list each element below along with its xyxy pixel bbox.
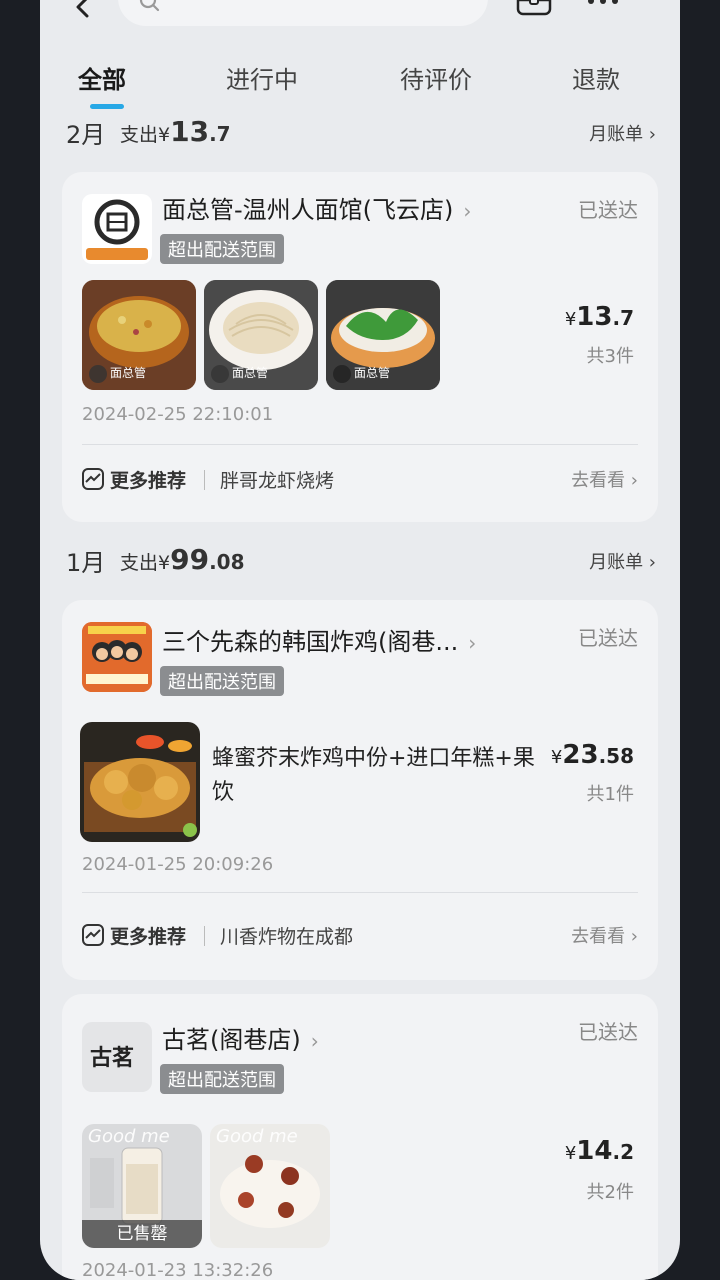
item-thumbnail[interactable]: 面总管 bbox=[326, 280, 440, 390]
order-price: ¥14.2 bbox=[565, 1136, 634, 1166]
top-bar bbox=[40, 0, 680, 40]
order-price: ¥23.58 bbox=[551, 740, 634, 770]
monthly-bill-link[interactable]: 月账单 › bbox=[589, 120, 656, 146]
search-icon bbox=[139, 0, 160, 12]
chevron-right-icon: › bbox=[468, 631, 477, 655]
spend-dec: .08 bbox=[209, 550, 245, 574]
item-thumbnail[interactable]: Good me bbox=[210, 1124, 330, 1248]
item-thumbnail[interactable]: 面总管 bbox=[82, 280, 196, 390]
order-timestamp: 2024-01-25 20:09:26 bbox=[82, 854, 274, 875]
spend-prefix: 支出¥ bbox=[120, 124, 171, 146]
trend-chart-icon bbox=[82, 924, 104, 946]
out-of-range-badge: 超出配送范围 bbox=[160, 234, 284, 264]
go-see-link[interactable]: 去看看 › bbox=[571, 466, 638, 492]
trend-chart-icon bbox=[82, 468, 104, 490]
order-status: 已送达 bbox=[578, 198, 638, 222]
noodle-shop-logo-icon bbox=[86, 199, 148, 260]
store-logo[interactable] bbox=[82, 622, 152, 692]
recommend-title: 更多推荐 bbox=[110, 470, 187, 492]
tab-refund[interactable]: 退款 bbox=[572, 60, 620, 95]
thumb-brand: 面总管 bbox=[232, 366, 269, 380]
out-of-range-badge: 超出配送范围 bbox=[160, 1064, 284, 1094]
wallet-icon[interactable] bbox=[516, 0, 552, 22]
recommend-title: 更多推荐 bbox=[110, 926, 187, 948]
divider bbox=[82, 892, 638, 893]
order-price: ¥13.7 bbox=[565, 302, 634, 332]
order-status: 已送达 bbox=[578, 626, 638, 650]
order-timestamp: 2024-02-25 22:10:01 bbox=[82, 404, 274, 425]
item-count: 共3件 bbox=[586, 346, 634, 367]
price-int: 13 bbox=[576, 302, 613, 332]
active-tab-indicator bbox=[90, 104, 124, 109]
item-count: 共1件 bbox=[586, 784, 634, 805]
chevron-right-icon: › bbox=[310, 1029, 319, 1053]
tab-to-review[interactable]: 待评价 bbox=[400, 60, 472, 95]
thumb-watermark: Good me bbox=[88, 1126, 170, 1147]
more-options-icon[interactable] bbox=[588, 0, 624, 12]
store-logo-text: 古茗 bbox=[90, 1045, 135, 1071]
price-symbol: ¥ bbox=[564, 309, 577, 330]
store-name-text: 面总管-温州人面馆(飞云店) bbox=[162, 196, 454, 224]
go-see-link[interactable]: 去看看 › bbox=[571, 922, 638, 948]
price-dec: .2 bbox=[612, 1140, 634, 1164]
store-name[interactable]: 面总管-温州人面馆(飞云店) › bbox=[162, 190, 471, 225]
back-arrow-icon[interactable] bbox=[70, 0, 96, 22]
thumb-brand: 面总管 bbox=[110, 366, 147, 380]
recommendation-row[interactable]: 更多推荐 川香炸物在成都 去看看 › bbox=[82, 916, 638, 956]
spend-dec: .7 bbox=[209, 122, 231, 146]
item-count: 共2件 bbox=[586, 1182, 634, 1203]
store-name-text: 古茗(阁巷店) bbox=[162, 1026, 301, 1054]
price-dec: .7 bbox=[612, 306, 634, 330]
tab-all[interactable]: 全部 bbox=[78, 60, 126, 95]
order-list-screen: 全部 进行中 待评价 退款 2月 支出¥13.7 月账单 › 面总管-温州人面馆… bbox=[40, 0, 680, 1280]
item-thumbnail[interactable] bbox=[80, 722, 200, 842]
recommendation-row[interactable]: 更多推荐 胖哥龙虾烧烤 去看看 › bbox=[82, 460, 638, 500]
spend-int: 99 bbox=[170, 543, 210, 576]
price-int: 14 bbox=[576, 1136, 613, 1166]
store-name-text: 三个先森的韩国炸鸡(阁巷... bbox=[162, 628, 459, 656]
order-timestamp: 2024-01-23 13:32:26 bbox=[82, 1260, 274, 1280]
store-logo[interactable] bbox=[82, 194, 152, 264]
thumb-brand: 面总管 bbox=[354, 366, 391, 380]
item-thumbnail[interactable]: 面总管 bbox=[204, 280, 318, 390]
monthly-bill-link[interactable]: 月账单 › bbox=[589, 548, 656, 574]
search-input[interactable] bbox=[118, 0, 488, 26]
price-symbol: ¥ bbox=[550, 747, 563, 768]
thumb-watermark: Good me bbox=[216, 1126, 298, 1147]
chevron-right-icon: › bbox=[463, 199, 472, 223]
spend-int: 13 bbox=[170, 115, 210, 148]
price-symbol: ¥ bbox=[564, 1143, 577, 1164]
month-spend: 支出¥99.08 bbox=[120, 543, 245, 576]
month-header-jan: 1月 支出¥99.08 月账单 › bbox=[40, 540, 680, 584]
tab-in-progress[interactable]: 进行中 bbox=[226, 60, 298, 95]
month-header-feb: 2月 支出¥13.7 月账单 › bbox=[40, 112, 680, 156]
sold-out-label: 已售罄 bbox=[82, 1220, 202, 1248]
spend-prefix: 支出¥ bbox=[120, 552, 171, 574]
price-int: 23 bbox=[562, 740, 599, 770]
item-thumbnail[interactable]: Good me 已售罄 bbox=[82, 1124, 202, 1248]
month-spend: 支出¥13.7 bbox=[120, 115, 231, 148]
fried-chicken-logo-icon bbox=[82, 622, 152, 692]
item-description: 蜂蜜芥末炸鸡中份+进口年糕+果饮 bbox=[212, 746, 535, 805]
order-tabs: 全部 进行中 待评价 退款 bbox=[40, 52, 680, 112]
order-card[interactable]: 古茗 古茗(阁巷店) › 超出配送范围 已送达 Good me 已售罄 Good … bbox=[62, 994, 658, 1280]
price-dec: .58 bbox=[598, 744, 634, 768]
month-label: 1月 bbox=[66, 549, 106, 577]
separator bbox=[204, 470, 205, 490]
order-status: 已送达 bbox=[578, 1020, 638, 1044]
month-label: 2月 bbox=[66, 121, 106, 149]
separator bbox=[204, 926, 205, 946]
recommend-store[interactable]: 胖哥龙虾烧烤 bbox=[220, 466, 334, 493]
divider bbox=[82, 444, 638, 445]
store-name[interactable]: 三个先森的韩国炸鸡(阁巷... › bbox=[162, 622, 476, 657]
store-logo[interactable]: 古茗 bbox=[82, 1022, 152, 1092]
order-card[interactable]: 三个先森的韩国炸鸡(阁巷... › 超出配送范围 已送达 蜂蜜芥末炸鸡中份+进口年… bbox=[62, 600, 658, 980]
recommend-store[interactable]: 川香炸物在成都 bbox=[220, 922, 353, 949]
order-card[interactable]: 面总管-温州人面馆(飞云店) › 超出配送范围 已送达 面总管 面总管 面总管 … bbox=[62, 172, 658, 522]
fried-chicken-image bbox=[80, 722, 200, 842]
store-name[interactable]: 古茗(阁巷店) › bbox=[162, 1020, 319, 1055]
out-of-range-badge: 超出配送范围 bbox=[160, 666, 284, 696]
